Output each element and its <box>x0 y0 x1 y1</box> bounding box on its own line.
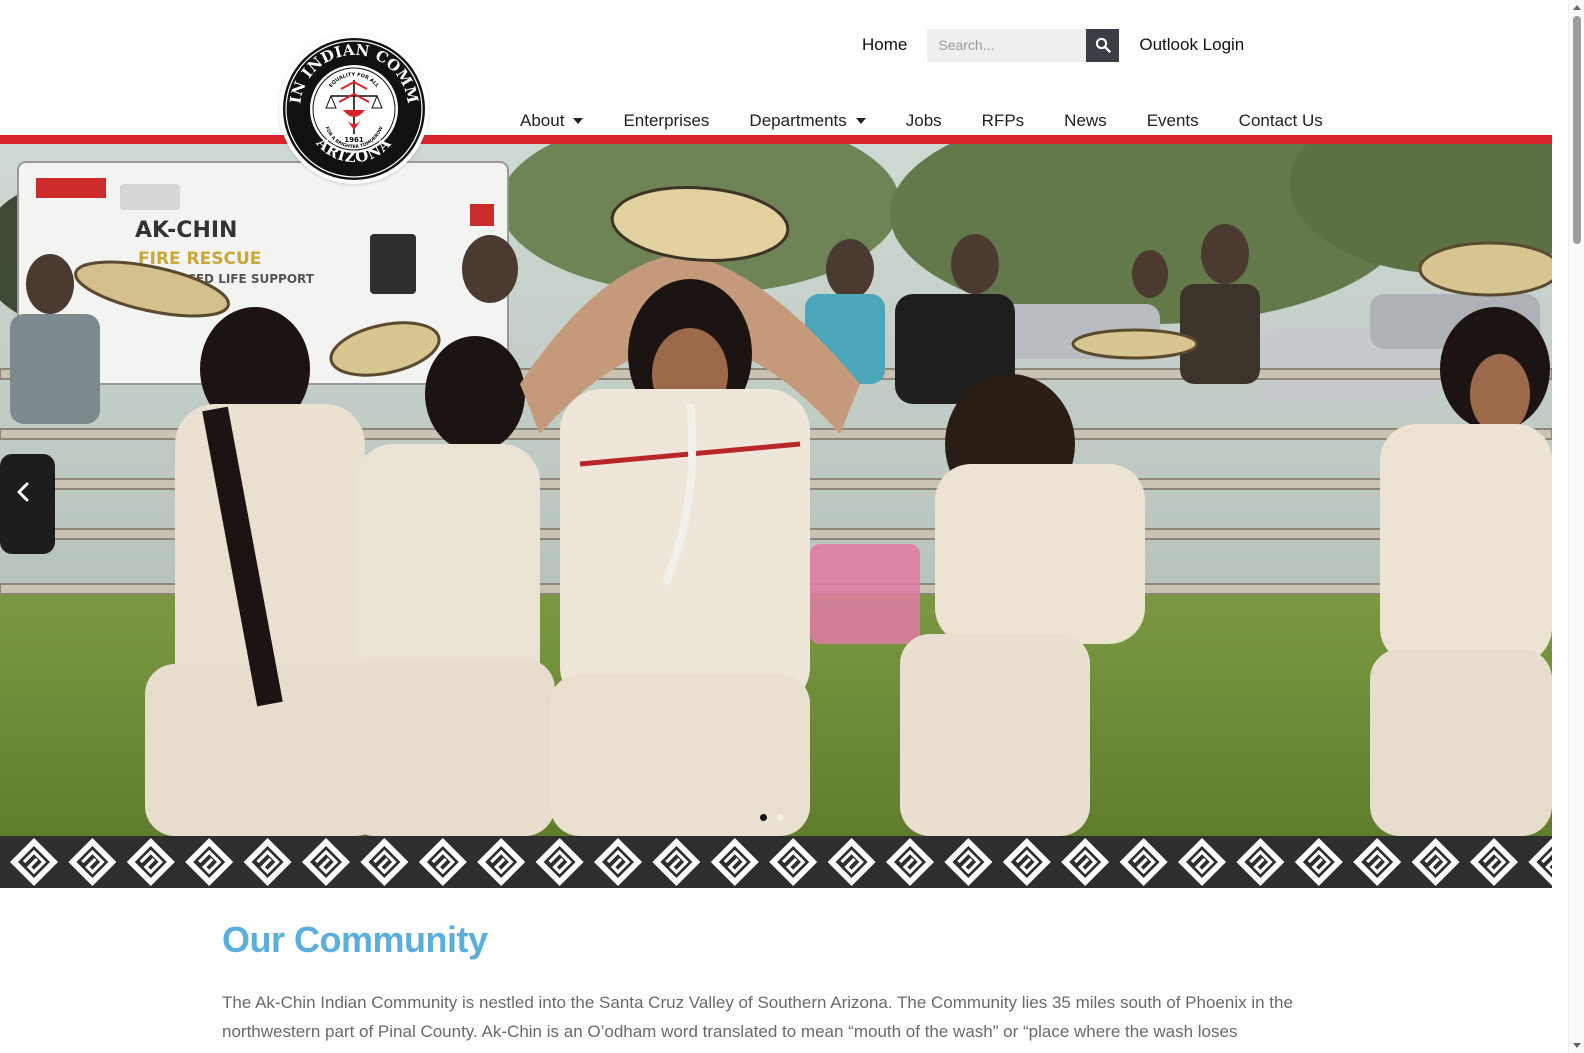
nav-label: Enterprises <box>623 111 710 130</box>
caret-down-icon <box>855 118 866 124</box>
fret-motif <box>1294 838 1343 886</box>
nav-label: Contact Us <box>1238 111 1323 130</box>
fret-motif <box>1470 838 1518 886</box>
fret-motif <box>126 838 175 886</box>
fret-motif <box>1353 838 1402 886</box>
fret-motif <box>886 838 934 886</box>
outlook-login-link[interactable]: Outlook Login <box>1139 35 1244 55</box>
fret-motif <box>418 838 467 886</box>
fret-motif <box>10 838 58 886</box>
site-header: AK-CHIN INDIAN COMMUNITY ARIZONA EQUALIT… <box>0 0 1552 184</box>
fret-motif <box>68 838 117 886</box>
slider-prev-button[interactable] <box>8 477 38 507</box>
search-form <box>927 28 1120 62</box>
slider-dot-1[interactable] <box>760 814 767 821</box>
fret-motif <box>1119 838 1168 886</box>
search-input[interactable] <box>927 28 1087 62</box>
fret-motif <box>710 838 759 886</box>
fret-motif <box>535 838 584 886</box>
fret-motif <box>1411 838 1460 886</box>
nav-label: Jobs <box>905 111 942 130</box>
nav-item-jobs[interactable]: Jobs <box>886 111 962 131</box>
nav-label: Departments <box>749 111 847 130</box>
fret-motif <box>1178 838 1226 886</box>
fret-motif <box>769 838 818 886</box>
home-link[interactable]: Home <box>862 35 907 55</box>
section-body: The Ak-Chin Indian Community is nestled … <box>222 993 1293 1041</box>
fret-motif <box>185 838 234 886</box>
fret-motif <box>243 838 292 886</box>
nav-label: News <box>1064 111 1107 130</box>
main-nav: About Enterprises Departments Jobs RFPs … <box>500 110 1343 132</box>
ambulance-text-akchin: AK-CHIN <box>135 218 237 243</box>
main-content: Our Community The Ak-Chin Indian Communi… <box>222 918 1332 1046</box>
scroll-thumb[interactable] <box>1573 16 1581 244</box>
nav-item-events[interactable]: Events <box>1127 111 1219 131</box>
slider-dot-2[interactable] <box>777 814 784 821</box>
caret-down-icon <box>573 118 584 124</box>
fret-motif <box>944 838 993 886</box>
nav-label: About <box>520 111 565 130</box>
nav-item-news[interactable]: News <box>1044 111 1127 131</box>
logo-year: 1961 <box>344 136 364 144</box>
decorative-fret-band <box>0 836 1552 888</box>
community-logo[interactable]: AK-CHIN INDIAN COMMUNITY ARIZONA EQUALIT… <box>279 34 429 184</box>
fret-motif <box>360 838 409 886</box>
fret-motif <box>1528 838 1552 886</box>
nav-item-enterprises[interactable]: Enterprises <box>603 111 729 131</box>
search-icon <box>1095 37 1111 53</box>
fret-pattern-icon <box>10 838 1552 886</box>
fret-motif <box>652 838 701 886</box>
chevron-left-icon <box>17 482 29 502</box>
section-title: Our Community <box>222 919 488 960</box>
fret-motif <box>1061 838 1110 886</box>
fret-motif <box>302 838 350 886</box>
header-red-divider <box>0 135 1552 144</box>
scroll-up-icon[interactable] <box>1573 5 1581 10</box>
slider-pagination <box>760 814 784 821</box>
community-seal-icon: AK-CHIN INDIAN COMMUNITY ARIZONA EQUALIT… <box>279 34 425 180</box>
nav-item-departments[interactable]: Departments <box>729 111 885 131</box>
fret-motif <box>1236 838 1285 886</box>
nav-label: RFPs <box>981 111 1025 130</box>
nav-item-contact-us[interactable]: Contact Us <box>1219 111 1343 131</box>
utility-bar: Home Outlook Login <box>862 28 1244 62</box>
nav-label: Events <box>1146 111 1199 130</box>
scroll-down-icon[interactable] <box>1573 1043 1581 1048</box>
fret-motif <box>827 838 876 886</box>
search-button[interactable] <box>1086 28 1120 62</box>
hero-slider: AK-CHIN FIRE RESCUE ADVANCED LIFE SUPPOR… <box>0 144 1552 836</box>
nav-item-rfps[interactable]: RFPs <box>962 111 1045 131</box>
fret-motif <box>477 838 526 886</box>
hero-photo-dancers: AK-CHIN FIRE RESCUE ADVANCED LIFE SUPPOR… <box>0 144 1552 836</box>
fret-motif <box>1002 838 1051 886</box>
nav-item-about[interactable]: About <box>500 111 603 131</box>
fret-motif <box>594 838 642 886</box>
page-scrollbar[interactable] <box>1568 0 1584 1053</box>
